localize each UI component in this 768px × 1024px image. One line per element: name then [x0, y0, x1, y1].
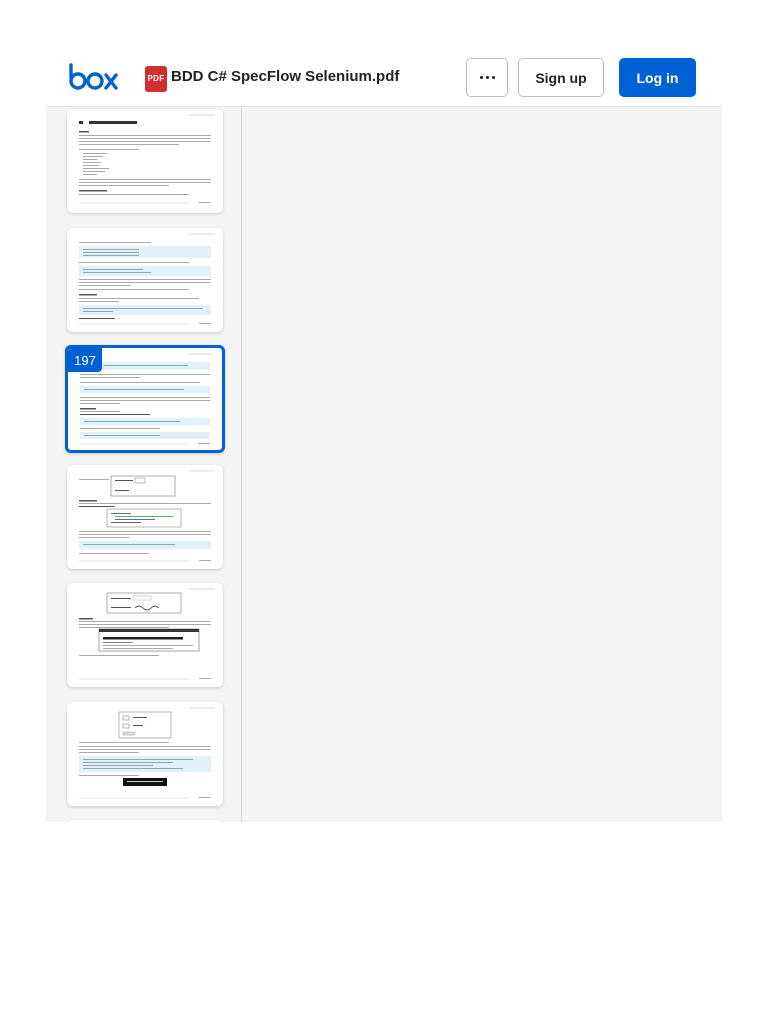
page-thumbnail[interactable] — [67, 820, 223, 822]
thumbnail-sidebar[interactable]: 197 — [46, 107, 242, 822]
page-thumbnail[interactable] — [67, 465, 223, 569]
document-viewer: 197 — [46, 106, 722, 822]
page-thumbnail[interactable] — [67, 583, 223, 687]
pdf-file-icon: PDF — [145, 66, 167, 92]
more-options-button[interactable] — [466, 58, 508, 97]
more-options-icon — [479, 76, 483, 79]
sign-up-button[interactable]: Sign up — [518, 58, 604, 97]
app-header: PDF BDD C# SpecFlow Selenium.pdf Sign up… — [46, 52, 722, 106]
log-in-button[interactable]: Log in — [619, 58, 696, 97]
box-logo[interactable] — [68, 62, 118, 92]
page-number-badge: 197 — [68, 348, 102, 372]
page-thumbnail-selected[interactable]: 197 — [65, 345, 225, 453]
page-thumbnail[interactable] — [67, 109, 223, 213]
more-options-icon — [485, 76, 489, 79]
page-thumbnail[interactable] — [67, 228, 223, 332]
document-page-area[interactable] — [243, 107, 722, 822]
file-title: BDD C# SpecFlow Selenium.pdf — [171, 68, 400, 85]
page-thumbnail[interactable] — [67, 702, 223, 806]
more-options-icon — [491, 76, 495, 79]
